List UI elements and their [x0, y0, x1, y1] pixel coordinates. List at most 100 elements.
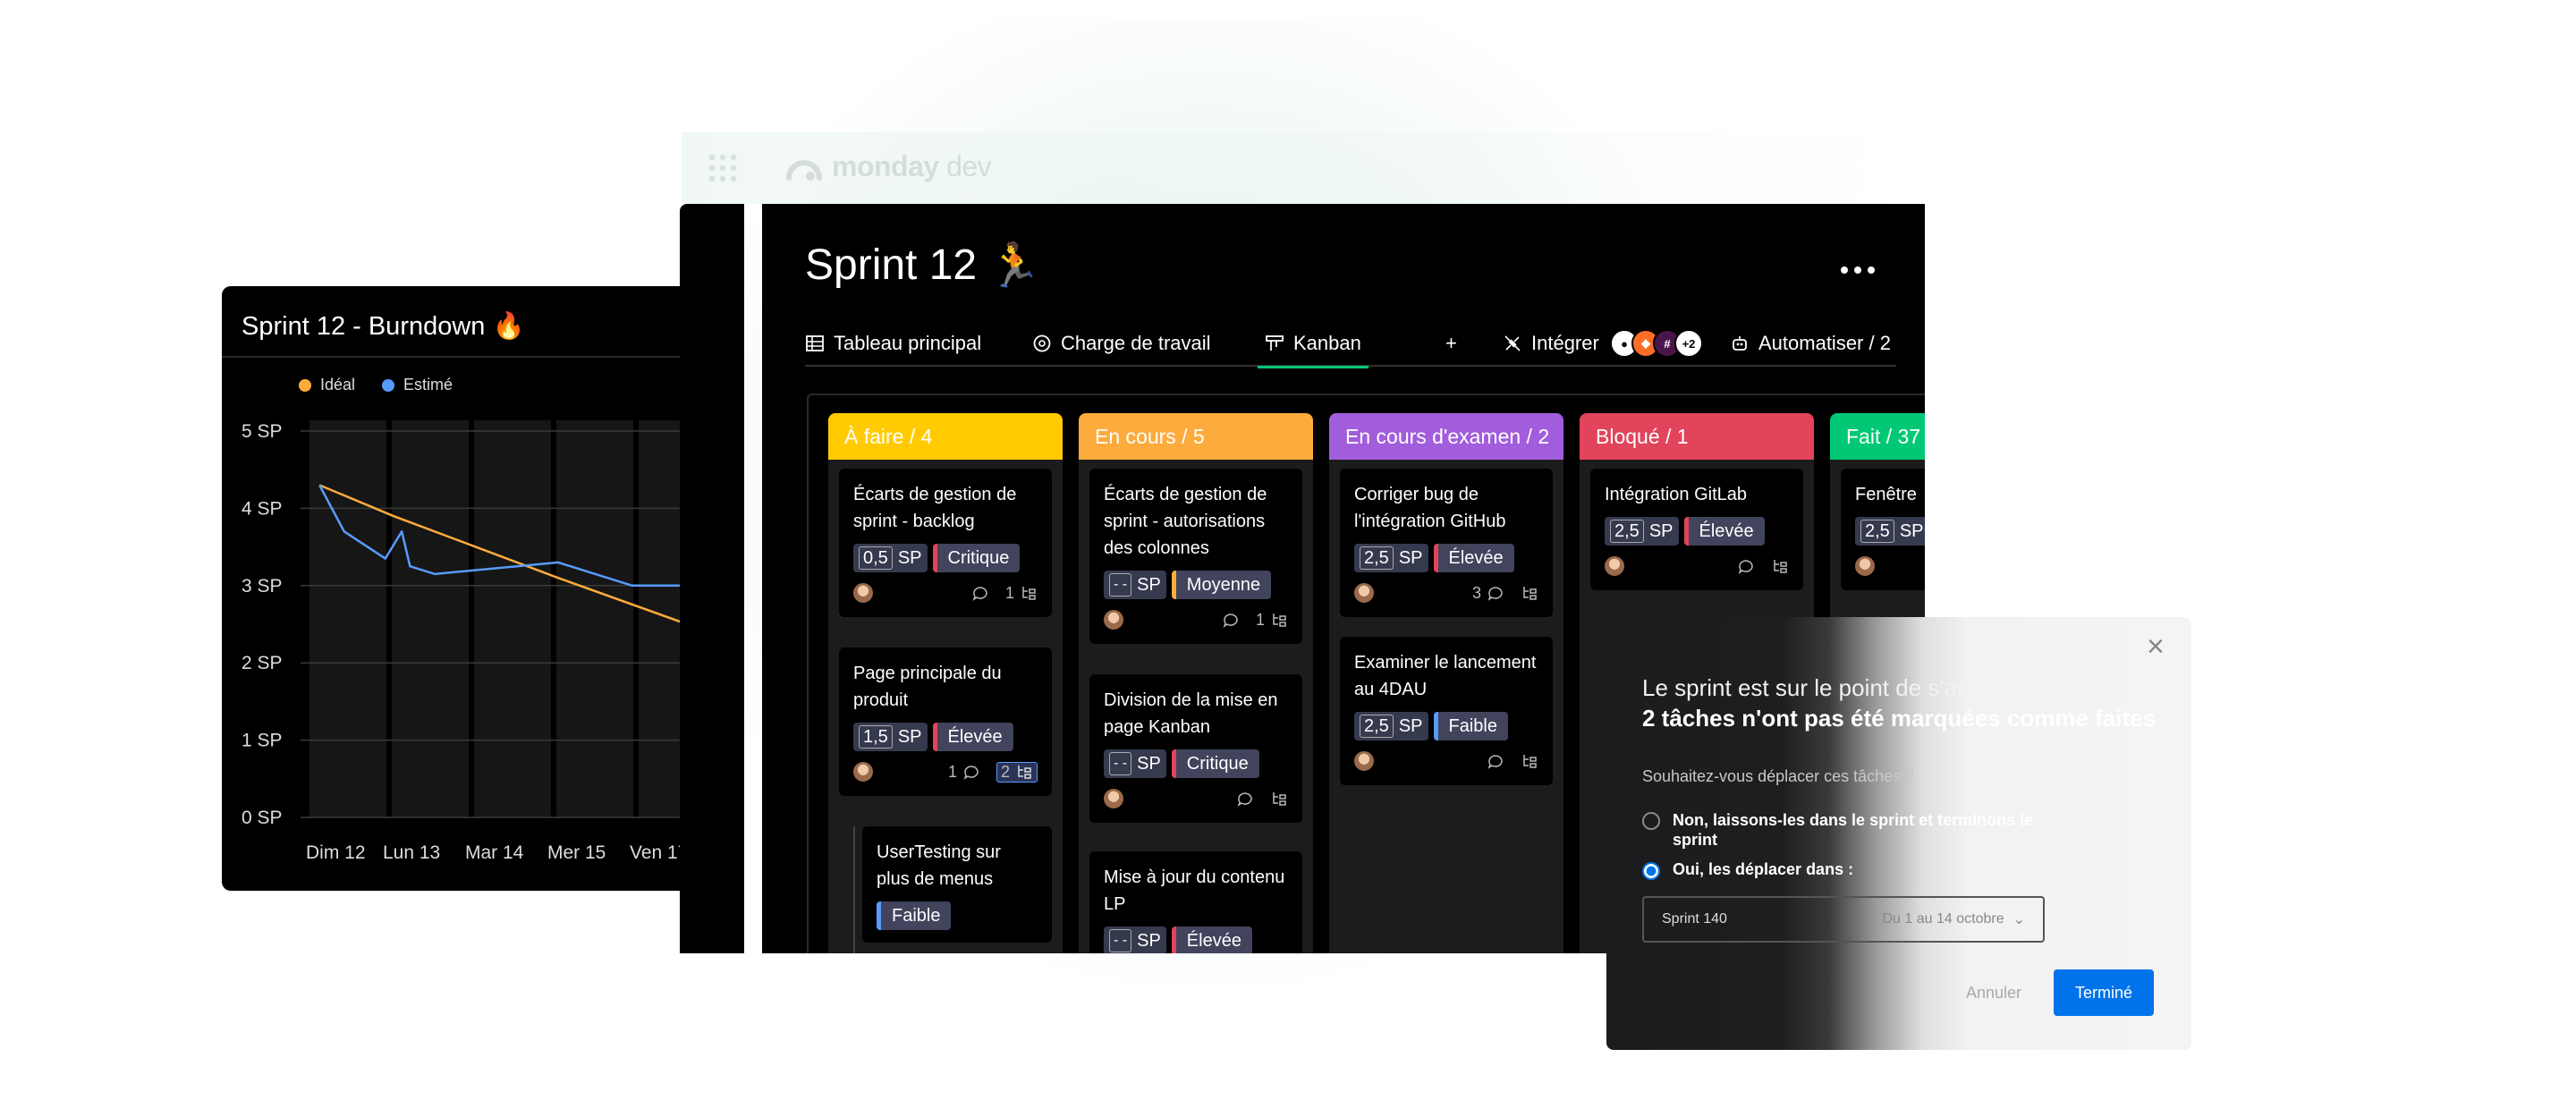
subitems-icon[interactable] — [1771, 557, 1789, 575]
subitems-icon[interactable] — [1270, 790, 1288, 808]
chart-column-band — [309, 420, 386, 817]
task-card[interactable]: Intégration GitLab 2,5 SP Élevée — [1590, 469, 1803, 590]
close-icon[interactable]: × — [2147, 630, 2165, 664]
done-button[interactable]: Terminé — [2054, 969, 2154, 1016]
task-card[interactable]: Examiner le lancement au 4DAU 2,5 SP Faib… — [1340, 637, 1553, 785]
priority-badge[interactable]: Critique — [1171, 749, 1259, 778]
comments-icon[interactable] — [1487, 752, 1504, 770]
comments-icon[interactable]: 3 — [1472, 584, 1504, 603]
tab-kanban[interactable]: Kanban — [1258, 320, 1368, 368]
card-title: Écarts de gestion de sprint - autorisati… — [1104, 485, 1267, 558]
priority-badge[interactable]: Élevée — [1433, 544, 1514, 572]
table-icon — [806, 335, 824, 351]
story-points[interactable]: 0,5 SP — [853, 544, 928, 572]
subitems-icon[interactable] — [1521, 584, 1538, 602]
subitems-icon[interactable] — [1521, 752, 1538, 770]
column-header[interactable]: Fait / 37 — [1830, 413, 1925, 460]
option-move[interactable]: Oui, les déplacer dans : — [1642, 860, 1853, 880]
x-tick-label: Mer 15 — [547, 842, 606, 863]
card-title: Examiner le lancement au 4DAU — [1354, 653, 1537, 699]
priority-badge[interactable]: Élevée — [1683, 517, 1765, 546]
task-card[interactable]: Corriger bug de l'intégration GitHub 2,5… — [1340, 469, 1553, 617]
avatar[interactable] — [1104, 789, 1123, 808]
y-tick-label: 5 SP — [242, 421, 283, 442]
task-card[interactable]: Division de la mise en page Kanban - - SP… — [1089, 674, 1302, 823]
column-header[interactable]: Bloqué / 1 — [1580, 413, 1814, 460]
cancel-button[interactable]: Annuler — [1966, 984, 2021, 1003]
priority-badge[interactable]: Moyenne — [1171, 571, 1272, 599]
task-card[interactable]: Fenêtre 2,5 SP — [1841, 469, 1925, 590]
y-tick-label: 0 SP — [242, 808, 283, 828]
y-tick-label: 1 SP — [242, 731, 283, 751]
card-title: Intégration GitLab — [1605, 485, 1747, 504]
priority-badge[interactable]: Élevée — [932, 723, 1013, 751]
subitem-connector — [853, 826, 855, 953]
story-points[interactable]: 2,5 SP — [1855, 517, 1925, 546]
robot-icon — [1733, 336, 1747, 351]
x-tick-label: Mar 14 — [465, 842, 524, 863]
subitems-icon[interactable]: 2 — [996, 761, 1038, 783]
avatar[interactable] — [1354, 751, 1374, 771]
priority-badge[interactable]: Élevée — [1171, 927, 1252, 953]
priority-badge[interactable]: Faible — [1433, 712, 1508, 740]
kanban-column-in-progress: En cours / 5 Écarts de gestion de sprint… — [1079, 413, 1313, 953]
brand-name: monday dev — [832, 150, 992, 182]
task-card[interactable]: Écarts de gestion de sprint - autorisati… — [1089, 469, 1302, 644]
subitems-icon[interactable]: 1 — [1256, 611, 1288, 630]
column-header[interactable]: À faire / 4 — [828, 413, 1063, 460]
dialog-message-bold: 2 tâches n'ont pas été marquées comme fa… — [1642, 705, 2157, 732]
avatar[interactable] — [1605, 556, 1624, 576]
y-tick-label: 4 SP — [242, 498, 283, 519]
avatar[interactable] — [853, 762, 873, 782]
dialog-message: Le sprint est sur le point de s'achever. — [1642, 674, 2032, 701]
tab-integrate[interactable]: Intégrer — [1503, 320, 1599, 367]
priority-badge[interactable]: Faible — [877, 901, 952, 930]
brand-logo: monday dev — [785, 150, 992, 183]
plug-icon — [1504, 335, 1521, 351]
x-tick-label: Ven 17 — [630, 842, 680, 863]
radio-button-selected[interactable] — [1642, 862, 1660, 880]
comments-icon[interactable]: 1 — [948, 763, 980, 782]
avatar[interactable] — [1354, 583, 1374, 603]
story-points[interactable]: 2,5 SP — [1354, 544, 1428, 572]
avatar[interactable] — [853, 583, 873, 603]
radio-button[interactable] — [1642, 812, 1660, 830]
comments-icon[interactable] — [1737, 557, 1755, 575]
story-points[interactable]: 2,5 SP — [1354, 712, 1428, 740]
tab-main-table[interactable]: Tableau principal — [805, 320, 981, 367]
comments-icon[interactable] — [1222, 611, 1240, 629]
story-points[interactable]: - - SP — [1104, 927, 1166, 953]
story-points[interactable]: 2,5 SP — [1605, 517, 1679, 546]
column-header[interactable]: En cours d'examen / 2 — [1329, 413, 1563, 460]
task-card[interactable]: Écarts de gestion de sprint - backlog 0,… — [839, 469, 1052, 617]
story-points[interactable]: - - SP — [1104, 571, 1166, 599]
comments-icon[interactable] — [1236, 790, 1254, 808]
x-tick-label: Lun 13 — [383, 842, 440, 863]
y-tick-label: 2 SP — [242, 653, 283, 673]
add-view-button[interactable]: + — [1445, 320, 1457, 367]
integrations-more-badge: +2 — [1674, 329, 1703, 358]
more-options-icon[interactable] — [1841, 267, 1875, 274]
sprint-select[interactable]: Sprint 140 Du 1 au 14 octobre ⌄ — [1642, 896, 2045, 943]
tab-workload[interactable]: Charge de travail — [1032, 320, 1211, 367]
avatar[interactable] — [1104, 610, 1123, 630]
board-title: Sprint 12 🏃 — [805, 241, 1041, 290]
gauge-icon — [1033, 334, 1051, 352]
story-points[interactable]: 1,5 SP — [853, 723, 928, 751]
card-title: Écarts de gestion de sprint - backlog — [853, 485, 1017, 531]
chart-column-band — [474, 420, 551, 817]
priority-badge[interactable]: Critique — [932, 544, 1021, 572]
story-points[interactable]: - - SP — [1104, 749, 1166, 778]
subitem-card[interactable]: UserTesting sur plus de menus Faible — [862, 826, 1052, 943]
subitems-icon[interactable]: 1 — [1005, 584, 1038, 603]
task-card[interactable]: Page principale du produit 1,5 SP Élevée … — [839, 647, 1052, 796]
tab-automate[interactable]: Automatiser / 2 — [1730, 320, 1891, 367]
integration-icons[interactable]: ● ◆ # +2 — [1610, 329, 1703, 358]
comments-icon[interactable] — [971, 584, 989, 602]
chart-column-band — [392, 420, 469, 817]
task-card[interactable]: Mise à jour du contenu LP - - SP Élevée — [1089, 851, 1302, 953]
avatar[interactable] — [1855, 556, 1875, 576]
column-header[interactable]: En cours / 5 — [1079, 413, 1313, 460]
chevron-down-icon: ⌄ — [2012, 912, 2025, 927]
option-keep[interactable]: Non, laissons-les dans le sprint et term… — [1642, 810, 2036, 850]
